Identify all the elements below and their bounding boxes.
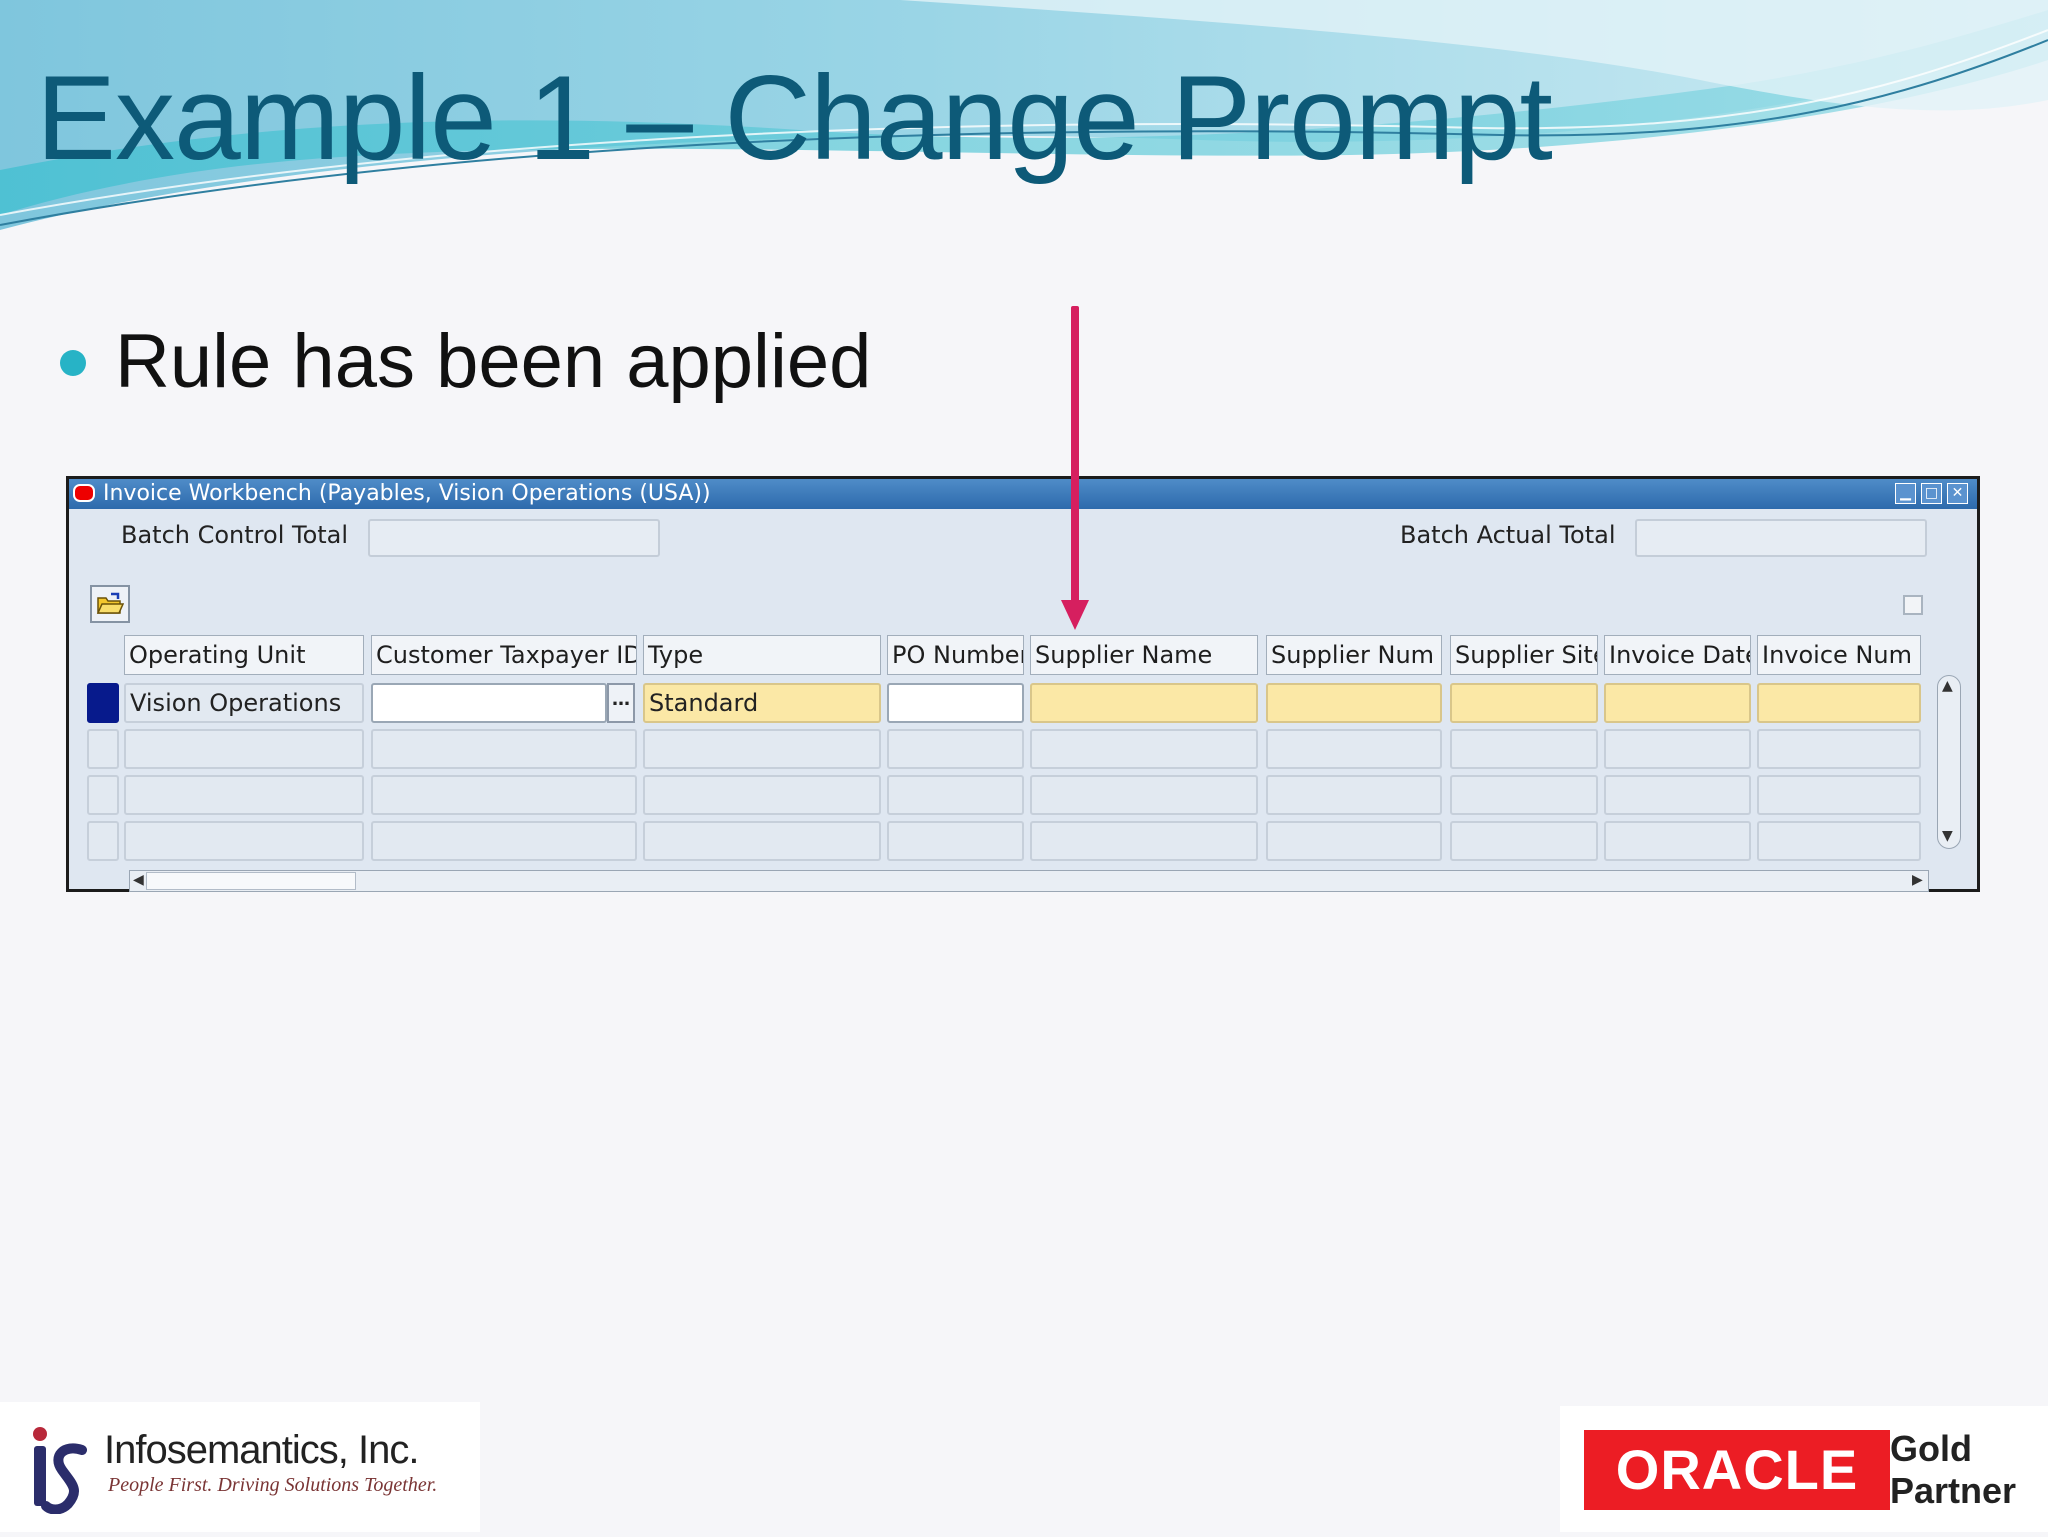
infosemantics-name: Infosemantics, Inc. [104, 1428, 419, 1472]
type-cell[interactable] [643, 729, 881, 769]
infosemantics-tagline: People First. Driving Solutions Together… [108, 1474, 438, 1496]
batch-actual-total-field[interactable] [1635, 519, 1927, 557]
callout-arrow [1071, 306, 1079, 610]
supplier-name-cell[interactable] [1030, 683, 1258, 723]
scroll-right-icon[interactable]: ▶ [1912, 872, 1923, 888]
invoice-date-cell[interactable] [1604, 729, 1751, 769]
supplier-name-cell[interactable] [1030, 821, 1258, 861]
batch-actual-total-label: Batch Actual Total [1400, 521, 1616, 549]
operating-unit-cell[interactable] [124, 729, 364, 769]
oracle-window-icon [73, 484, 95, 502]
type-cell[interactable] [643, 775, 881, 815]
column-header-supplier-site[interactable]: Supplier Site [1450, 635, 1598, 675]
folder-checkbox[interactable] [1903, 595, 1923, 615]
po-number-cell[interactable] [887, 683, 1024, 723]
invoice-num-cell[interactable] [1757, 729, 1921, 769]
maximize-button[interactable]: □ [1921, 483, 1942, 504]
supplier-num-cell[interactable] [1266, 775, 1442, 815]
supplier-site-cell[interactable] [1450, 683, 1598, 723]
gold-partner-text: Gold Partner [1890, 1428, 2016, 1512]
column-header-type[interactable]: Type [643, 635, 881, 675]
bullet-text: Rule has been applied [115, 319, 872, 404]
partner-label: Partner [1890, 1470, 2017, 1511]
po-number-cell[interactable] [887, 729, 1024, 769]
oracle-gold-partner-logo: ORACLE Gold Partner [1560, 1406, 2048, 1532]
invoice-num-cell[interactable] [1757, 775, 1921, 815]
infosemantics-logo: Infosemantics, Inc. People First. Drivin… [0, 1402, 480, 1532]
supplier-site-cell[interactable] [1450, 729, 1598, 769]
window-titlebar[interactable]: Invoice Workbench (Payables, Vision Oper… [69, 479, 1977, 509]
row-indicator[interactable] [87, 729, 119, 769]
type-cell[interactable] [643, 821, 881, 861]
customer-taxpayer-id-cell[interactable] [371, 683, 607, 723]
invoice-date-cell[interactable] [1604, 821, 1751, 861]
customer-taxpayer-id-cell[interactable] [371, 775, 637, 815]
row-indicator[interactable] [87, 821, 119, 861]
gold-label: Gold [1890, 1428, 1972, 1469]
oracle-wordmark: ORACLE [1584, 1430, 1890, 1510]
operating-unit-cell[interactable] [124, 821, 364, 861]
supplier-name-cell[interactable] [1030, 775, 1258, 815]
operating-unit-cell[interactable]: Vision Operations [124, 683, 364, 723]
column-header-supplier-num[interactable]: Supplier Num [1266, 635, 1442, 675]
open-folder-button[interactable] [90, 585, 130, 623]
invoice-num-cell[interactable] [1757, 821, 1921, 861]
scroll-left-icon[interactable]: ◀ [133, 872, 144, 888]
column-header-operating-unit[interactable]: Operating Unit [124, 635, 364, 675]
bullet-icon [60, 350, 86, 376]
supplier-num-cell[interactable] [1266, 729, 1442, 769]
customer-taxpayer-id-cell[interactable] [371, 729, 637, 769]
minimize-button[interactable]: ▁ [1895, 483, 1916, 504]
infosemantics-mark-icon [33, 1427, 87, 1514]
column-header-po-number[interactable]: PO Number [887, 635, 1024, 675]
supplier-site-cell[interactable] [1450, 821, 1598, 861]
window-title: Invoice Workbench (Payables, Vision Oper… [103, 481, 711, 506]
batch-control-total-label: Batch Control Total [121, 521, 349, 549]
row-indicator-current[interactable] [87, 683, 119, 723]
invoice-date-cell[interactable] [1604, 683, 1751, 723]
column-header-supplier-name[interactable]: Supplier Name [1030, 635, 1258, 675]
column-header-invoice-num[interactable]: Invoice Num [1757, 635, 1921, 675]
po-number-cell[interactable] [887, 821, 1024, 861]
supplier-num-cell[interactable] [1266, 821, 1442, 861]
customer-taxpayer-id-cell[interactable] [371, 821, 637, 861]
close-button[interactable]: ✕ [1947, 483, 1968, 504]
operating-unit-cell[interactable] [124, 775, 364, 815]
horizontal-scrollbar[interactable]: ◀ ▶ [129, 870, 1929, 892]
batch-control-total-field[interactable] [368, 519, 660, 557]
row-indicator[interactable] [87, 775, 119, 815]
list-of-values-button[interactable]: … [607, 683, 635, 723]
supplier-num-cell[interactable] [1266, 683, 1442, 723]
horizontal-scroll-thumb[interactable] [146, 872, 356, 890]
callout-arrowhead-icon [1061, 600, 1089, 630]
type-cell[interactable]: Standard [643, 683, 881, 723]
scroll-down-icon[interactable]: ▼ [1942, 828, 1953, 844]
supplier-site-cell[interactable] [1450, 775, 1598, 815]
po-number-cell[interactable] [887, 775, 1024, 815]
invoice-workbench-window: Invoice Workbench (Payables, Vision Oper… [66, 476, 1980, 892]
invoice-num-cell[interactable] [1757, 683, 1921, 723]
column-header-invoice-date[interactable]: Invoice Date [1604, 635, 1751, 675]
slide-title: Example 1 – Change Prompt [36, 51, 1553, 185]
invoice-date-cell[interactable] [1604, 775, 1751, 815]
scroll-up-icon[interactable]: ▲ [1942, 678, 1953, 694]
vertical-scrollbar[interactable]: ▲ ▼ [1937, 675, 1961, 849]
folder-icon [96, 592, 124, 614]
column-header-customer-taxpayer-id[interactable]: Customer Taxpayer ID [371, 635, 637, 675]
supplier-name-cell[interactable] [1030, 729, 1258, 769]
